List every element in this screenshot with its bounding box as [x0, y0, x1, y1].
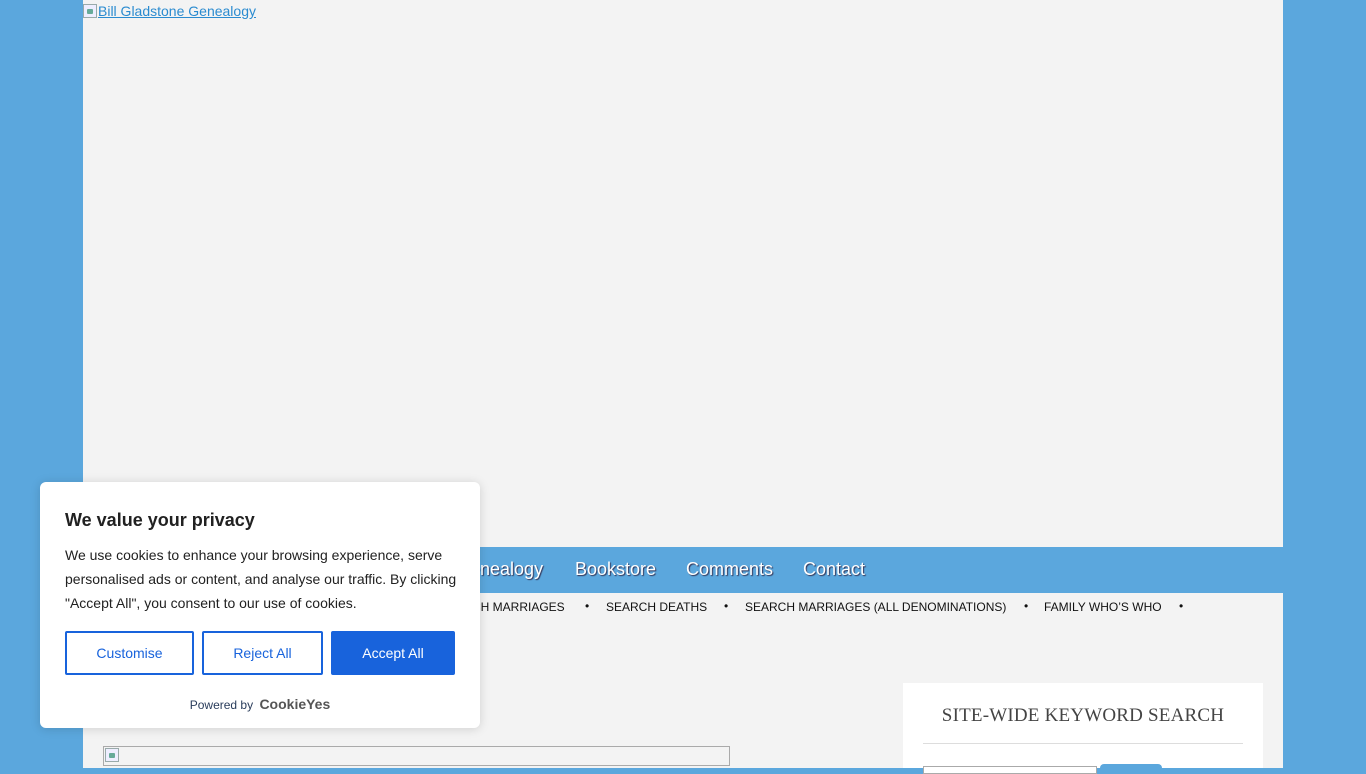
reject-all-button[interactable]: Reject All [202, 631, 323, 675]
search-input[interactable] [923, 766, 1097, 774]
customise-button[interactable]: Customise [65, 631, 194, 675]
search-button[interactable] [1100, 764, 1162, 772]
powered-by-label: Powered by [189, 698, 254, 712]
subnav-separator: • [1024, 599, 1029, 613]
keyword-search-widget: SITE-WIDE KEYWORD SEARCH [903, 683, 1263, 774]
subnav-separator: • [1179, 599, 1184, 613]
divider [923, 743, 1243, 744]
logo-alt-text: Bill Gladstone Genealogy [98, 3, 256, 19]
cookieyes-logo[interactable]: CookieYes [259, 696, 330, 712]
subnav-item-deaths[interactable]: SEARCH DEATHS [606, 600, 707, 614]
cookie-description: We use cookies to enhance your browsing … [65, 547, 457, 611]
subnav-separator: • [724, 599, 729, 613]
nav-item-comments[interactable]: Comments [686, 559, 773, 580]
cookie-title: We value your privacy [65, 510, 255, 530]
content-image-placeholder [103, 746, 730, 766]
subnav-item-marriages-all[interactable]: SEARCH MARRIAGES (ALL DENOMINATIONS) [745, 600, 1006, 614]
broken-image-icon [105, 748, 119, 762]
nav-item-genealogy[interactable]: enealogy [470, 559, 543, 580]
subnav-separator: • [585, 599, 590, 613]
accept-all-button[interactable]: Accept All [331, 631, 455, 675]
broken-image-icon [83, 4, 97, 18]
nav-item-bookstore[interactable]: Bookstore [575, 559, 656, 580]
subnav-item-marriages[interactable]: CH MARRIAGES [472, 600, 565, 614]
powered-by: Powered by CookieYes [40, 696, 480, 712]
nav-item-contact[interactable]: Contact [803, 559, 865, 580]
subnav-item-family-whos-who[interactable]: FAMILY WHO’S WHO [1044, 600, 1162, 614]
search-widget-title: SITE-WIDE KEYWORD SEARCH [941, 705, 1225, 726]
site-logo-link[interactable]: Bill Gladstone Genealogy [83, 3, 256, 19]
cookie-consent-banner: We value your privacy We use cookies to … [40, 482, 480, 728]
